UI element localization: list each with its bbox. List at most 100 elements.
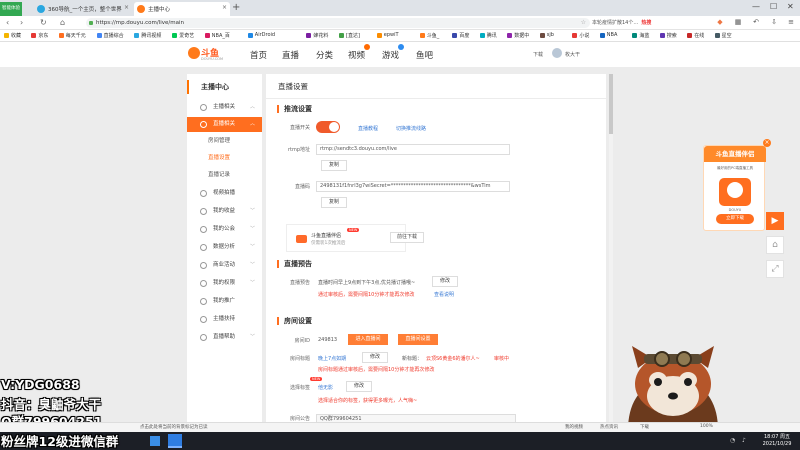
bookmark-item[interactable]: 搜索 [659, 32, 677, 39]
sidebar-item-anchor[interactable]: 主播相关 ︿ [187, 100, 262, 115]
close-icon[interactable]: × [763, 139, 771, 147]
status-zoom[interactable]: 100% [700, 424, 713, 429]
scrollbar-thumb[interactable] [609, 74, 613, 134]
expand-icon[interactable]: ⤢ [766, 260, 784, 278]
tag-value[interactable]: 他无影 [318, 384, 333, 391]
view-notes-link[interactable]: 查看说明 [434, 291, 454, 298]
live-switch-toggle[interactable] [316, 121, 340, 133]
url-text: https://mp.douyu.com/live/main [96, 20, 185, 26]
status-download[interactable]: 下载 [640, 424, 649, 430]
volume-icon[interactable]: ♪ [742, 437, 746, 444]
sidebar-item-help[interactable]: 直播帮助 ﹀ [187, 330, 262, 345]
bookmark-item[interactable]: 京东 [31, 32, 48, 39]
back-arrow-icon[interactable]: ‹ [6, 17, 9, 29]
bookmark-item[interactable]: 爱奇艺 [172, 32, 194, 39]
forward-arrow-icon[interactable]: › [20, 17, 23, 29]
nav-video[interactable]: 视频 [348, 44, 371, 61]
home-icon[interactable]: ⌂ [766, 236, 784, 254]
bookmark-item[interactable]: 斗鱼_ [419, 32, 439, 39]
bookmark-item[interactable]: 腾讯视频 [134, 32, 161, 39]
bookmark-item[interactable]: 小说 [572, 32, 589, 39]
bookmark-item[interactable]: 星空 [714, 32, 732, 39]
bookmark-item[interactable]: [直达] [339, 32, 360, 39]
bookmark-item[interactable]: epwiT [376, 32, 399, 38]
star-icon[interactable]: ☆ [581, 18, 586, 28]
bookmark-item[interactable]: sjb [539, 32, 554, 38]
minimize-button[interactable]: — [752, 1, 760, 13]
sidebar-item-promotion[interactable]: 我的推广 [187, 294, 262, 309]
bookmark-item[interactable]: 百度 [452, 32, 469, 39]
network-icon[interactable]: ◔ [730, 437, 735, 444]
nav-live[interactable]: 直播 [282, 49, 299, 61]
browser-badge[interactable]: 智能体验 [0, 2, 22, 16]
nav-game[interactable]: 游戏 [382, 44, 405, 61]
new-tab-button[interactable]: + [232, 2, 240, 14]
download-link[interactable]: 下载 [533, 51, 543, 58]
download-icon[interactable]: ⇩ [770, 18, 778, 26]
rtmp-address-field[interactable]: rtmp://sendtc3.douyu.com/live [316, 144, 510, 155]
go-download-button[interactable]: 前往下载 [390, 232, 424, 243]
copy-rtmp-button[interactable]: 复制 [321, 160, 347, 171]
close-tab-icon[interactable]: × [124, 4, 129, 11]
room-title-edit-button[interactable]: 修改 [362, 352, 388, 363]
bookmark-item[interactable]: 在线 [687, 32, 704, 39]
home-icon[interactable]: ⌂ [60, 17, 65, 29]
clock[interactable]: 18:07 周五 2021/10/29 [757, 434, 797, 448]
sidebar-sub-live-records[interactable]: 直播记录 [187, 168, 262, 183]
sidebar-item-income[interactable]: 我的收益 ﹀ [187, 204, 262, 219]
tab-anchor-center[interactable]: 主播中心 × [134, 2, 230, 16]
close-window-button[interactable]: ✕ [787, 1, 794, 13]
bookmark-item[interactable]: NBA_百 [204, 32, 230, 39]
bookmark-item[interactable]: NBA [599, 32, 617, 38]
sidebar-sub-live-settings[interactable]: 直播设置 [187, 151, 262, 166]
bookmark-item[interactable]: 数据中 [507, 32, 529, 39]
bookmark-item[interactable]: 每天千元 [58, 32, 86, 39]
reload-icon[interactable]: ↻ [40, 17, 47, 29]
tutorial-link[interactable]: 直播教程 [358, 125, 378, 132]
promo-download-button[interactable]: 立即下载 [716, 214, 754, 224]
switch-line-link[interactable]: 切换推流线路 [396, 125, 426, 132]
sidebar-item-live[interactable]: 直播相关 ︿ [187, 117, 262, 132]
notice-edit-button[interactable]: 修改 [432, 276, 458, 287]
avatar[interactable] [552, 48, 562, 58]
bookmark-item[interactable]: AirDroid [247, 32, 275, 38]
sidebar-item-analytics[interactable]: 数据分析 ﹀ [187, 240, 262, 255]
page-scrollbar[interactable] [609, 74, 613, 426]
sidebar-item-permissions[interactable]: 我的权限 ﹀ [187, 276, 262, 291]
sidebar-item-video[interactable]: 视频拍播 [187, 186, 262, 201]
tab-360-nav[interactable]: 360导航_一个主页，整个世界 × [34, 2, 132, 16]
address-bar[interactable]: https://mp.douyu.com/live/main ☆ [86, 18, 590, 28]
bookmark-item[interactable]: 蜂花料 [306, 32, 328, 39]
menu-icon[interactable]: ≡ [787, 18, 795, 26]
bookmark-item[interactable]: 海蓝 [632, 32, 649, 39]
start-icon[interactable] [150, 436, 160, 446]
nav-fishbar[interactable]: 鱼吧 [416, 49, 433, 61]
bookmark-item[interactable]: 腾讯 [479, 32, 497, 39]
status-my-videos[interactable]: 我的视频 [565, 424, 583, 430]
bookmark-item[interactable]: 直播综合 [96, 32, 124, 39]
close-tab-icon[interactable]: × [222, 4, 227, 11]
sidebar-sub-room-manage[interactable]: 房间管理 [187, 134, 262, 149]
sidebar-item-support[interactable]: 主播扶持 [187, 312, 262, 327]
sidebar-item-guild[interactable]: 我的公会 ﹀ [187, 222, 262, 237]
bookmark-favicon-icon [204, 33, 210, 38]
nav-home[interactable]: 首页 [250, 49, 267, 61]
enter-room-button[interactable]: 进入直播间 [348, 334, 388, 345]
sidebar-item-business[interactable]: 商业活动 ﹀ [187, 258, 262, 273]
stream-code-field[interactable]: 2498131f1fnrl3g7wiSecret=***************… [316, 181, 510, 192]
tags-edit-button[interactable]: 修改 [346, 381, 372, 392]
douyu-logo[interactable]: 斗鱼 DOUYU.COM [188, 45, 228, 65]
play-icon[interactable]: ▶ [766, 212, 784, 230]
extension-icon[interactable]: ◆ [716, 18, 724, 26]
apps-grid-icon[interactable]: ▦ [734, 18, 742, 26]
search-box[interactable]: 本轮疫情扩散14个… 热搜 [592, 18, 692, 28]
undo-icon[interactable]: ↶ [752, 18, 760, 26]
nav-category[interactable]: 分类 [316, 49, 333, 61]
maximize-button[interactable]: ☐ [770, 1, 777, 13]
username[interactable]: 枚大干 [565, 51, 580, 58]
room-settings-button[interactable]: 直播间设置 [398, 334, 438, 345]
browser-app-icon[interactable] [168, 434, 182, 448]
bookmark-item[interactable]: 收藏 [4, 32, 21, 39]
status-hot-news[interactable]: 热点资讯 [600, 424, 618, 430]
copy-code-button[interactable]: 复制 [321, 197, 347, 208]
